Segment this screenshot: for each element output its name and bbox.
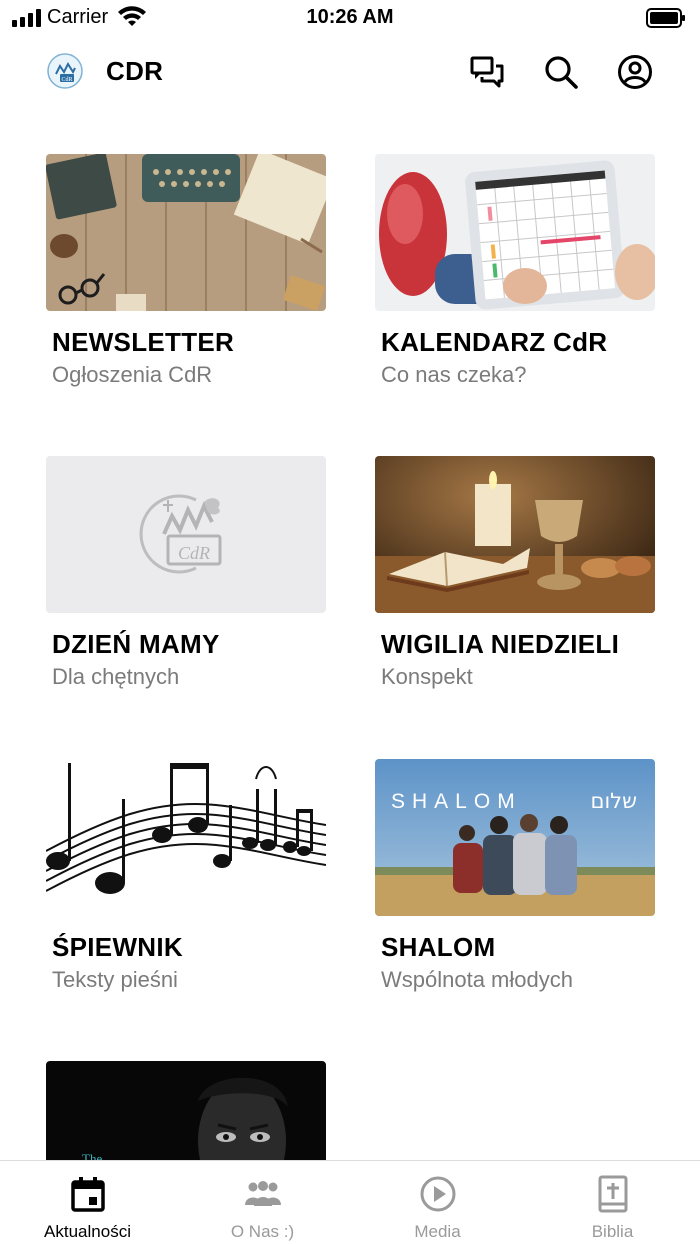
svg-text:CdR: CdR (61, 77, 72, 83)
tab-biblia[interactable]: Biblia (525, 1161, 700, 1244)
card-wigilia-niedzieli[interactable]: WIGILIA NIEDZIELI Konspekt (375, 456, 655, 690)
search-icon (545, 56, 578, 89)
card-spiewnik[interactable]: ŚPIEWNIK Teksty pieśni (46, 759, 326, 993)
tab-media[interactable]: Media (350, 1161, 525, 1244)
chat-icon (470, 56, 504, 88)
music-staff-notes-image (46, 759, 326, 916)
cdr-logo-placeholder-image: CdR (46, 456, 326, 613)
account-button[interactable] (615, 52, 655, 92)
tab-bar: Aktualności O Nas :) Media Biblia (0, 1160, 700, 1244)
card-shalom[interactable]: SHALOM שלום SHALOM Wspólnota młodych (375, 759, 655, 993)
calendar-icon (70, 1177, 105, 1212)
shalom-image: SHALOM שלום (375, 759, 655, 916)
tab-aktualnosci[interactable]: Aktualności (0, 1161, 175, 1244)
shalom-hebrew-text: שלום (591, 789, 637, 813)
account-icon (618, 55, 652, 89)
newsletter-image (46, 154, 326, 311)
card-title: WIGILIA NIEDZIELI (381, 629, 620, 659)
status-bar: Carrier 10:26 AM (0, 0, 700, 36)
card-title: NEWSLETTER (52, 327, 235, 357)
status-time: 10:26 AM (306, 6, 394, 28)
shalom-image-text: SHALOM (391, 790, 522, 813)
card-subtitle: Ogłoszenia CdR (52, 362, 213, 387)
app-header: CdR CDR (0, 40, 700, 104)
card-subtitle: Teksty pieśni (52, 967, 178, 992)
desk-typewriter-image (46, 154, 326, 311)
card-kalendarz[interactable]: KALENDARZ CdR Co nas czeka? (375, 154, 655, 388)
tab-label: O Nas :) (230, 1222, 295, 1241)
app-screen: Carrier 10:26 AM CdR CDR NEWSLETTER Ogło… (0, 0, 700, 1244)
card-subtitle: Dla chętnych (52, 664, 180, 689)
play-icon (420, 1176, 455, 1212)
card-title: KALENDARZ CdR (381, 327, 608, 357)
search-button[interactable] (541, 52, 581, 92)
tab-o-nas[interactable]: O Nas :) (175, 1161, 350, 1244)
card-subtitle: Wspólnota młodych (381, 967, 573, 992)
group-icon (244, 1181, 281, 1206)
spiewnik-image (46, 759, 326, 916)
tab-label: Aktualności (44, 1222, 131, 1241)
tab-label: Biblia (591, 1222, 634, 1241)
card-title: ŚPIEWNIK (52, 932, 183, 962)
card-dzien-mamy[interactable]: CdR DZIEŃ MAMY Dla chętnych (46, 456, 326, 690)
tab-label: Media (414, 1222, 461, 1241)
card-subtitle: Co nas czeka? (381, 362, 527, 387)
wigilia-image (375, 456, 655, 613)
battery-icon (646, 8, 685, 28)
tablet-calendar-image (375, 154, 655, 311)
candle-bible-chalice-image (375, 456, 655, 613)
card-title: DZIEŃ MAMY (52, 629, 220, 659)
card-title: SHALOM (381, 932, 496, 962)
card-newsletter[interactable]: NEWSLETTER Ogłoszenia CdR (46, 154, 326, 388)
dzien-mamy-image: CdR (46, 456, 326, 613)
app-title: CDR (106, 56, 164, 86)
bible-icon (598, 1175, 627, 1213)
card-subtitle: Konspekt (381, 664, 473, 689)
svg-text:CdR: CdR (178, 543, 210, 563)
cdr-logo-icon: CdR (47, 53, 83, 89)
chat-button[interactable] (467, 52, 507, 92)
kalendarz-image (375, 154, 655, 311)
shalom-group-image: SHALOM שלום (375, 759, 655, 916)
